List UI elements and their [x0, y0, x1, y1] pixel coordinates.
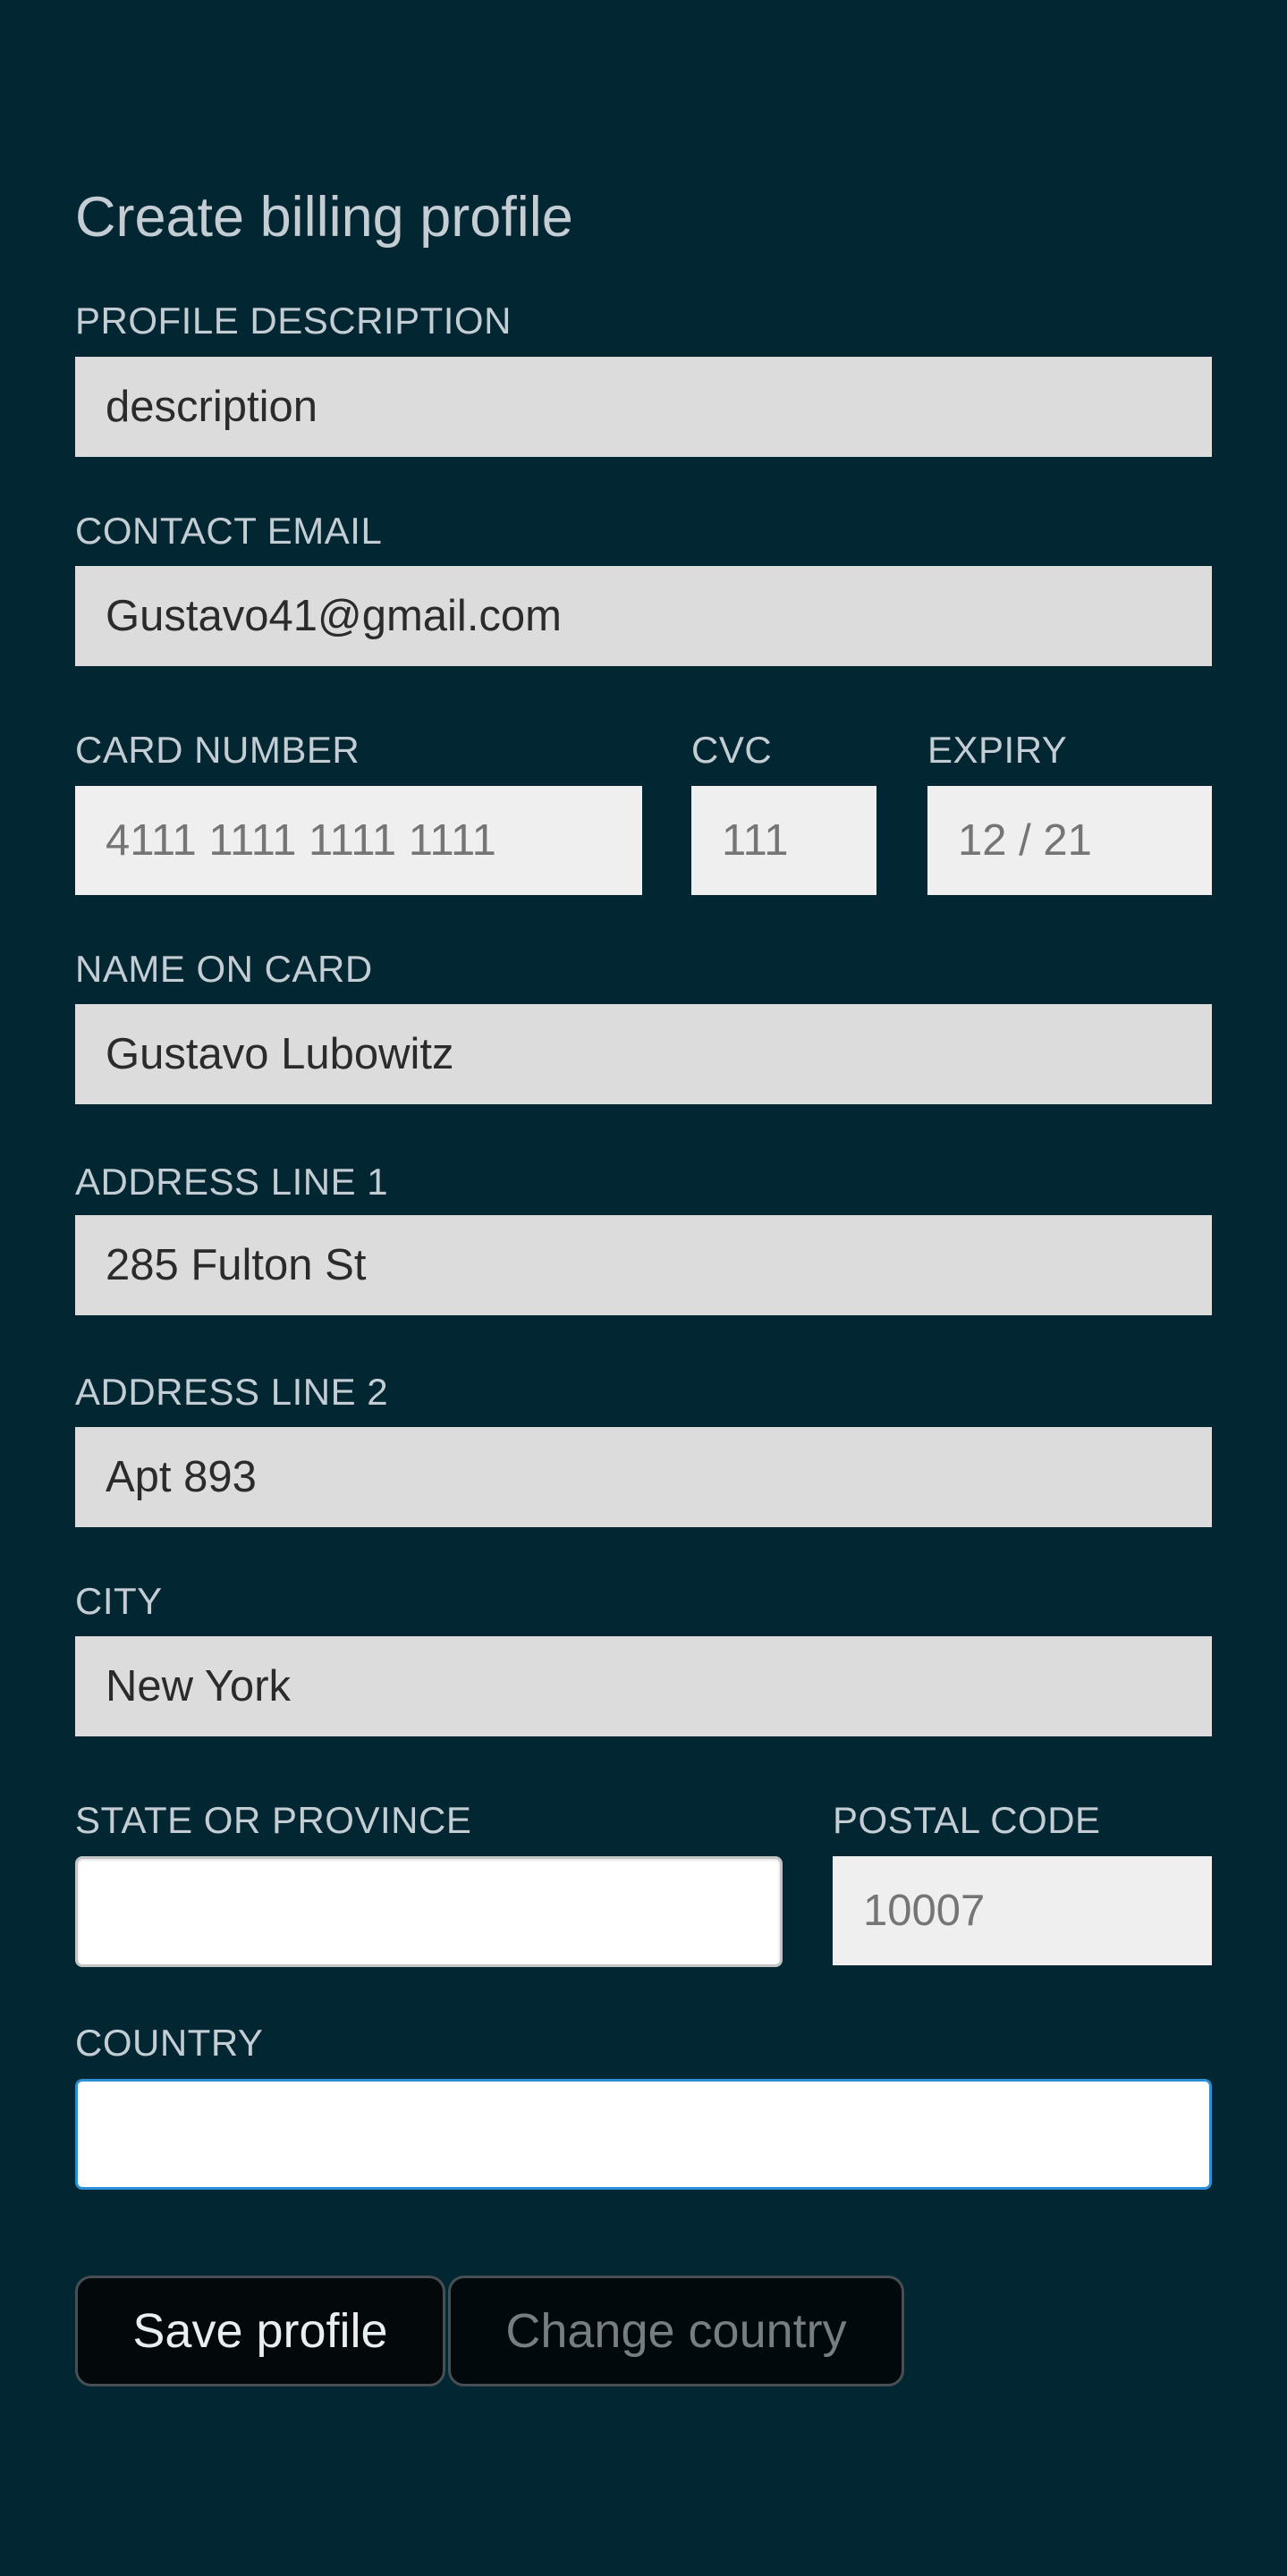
expiry-label: EXPIRY: [927, 729, 1068, 771]
cvc-field[interactable]: [691, 786, 876, 895]
state-or-province-field[interactable]: [75, 1856, 783, 1967]
address-line-2-field[interactable]: [75, 1427, 1212, 1527]
country-field[interactable]: [75, 2079, 1212, 2190]
page-title: Create billing profile: [75, 186, 573, 249]
address-line-2-label: ADDRESS LINE 2: [75, 1371, 389, 1413]
name-on-card-label: NAME ON CARD: [75, 948, 373, 990]
country-label: COUNTRY: [75, 2022, 264, 2064]
cvc-label: CVC: [691, 729, 773, 771]
card-number-label: CARD NUMBER: [75, 729, 360, 771]
name-on-card-field[interactable]: [75, 1004, 1212, 1104]
profile-description-label: PROFILE DESCRIPTION: [75, 300, 512, 342]
contact-email-label: CONTACT EMAIL: [75, 510, 383, 552]
change-country-button[interactable]: Change country: [448, 2276, 904, 2386]
card-number-field[interactable]: [75, 786, 642, 895]
city-field[interactable]: [75, 1636, 1212, 1736]
postal-code-label: POSTAL CODE: [833, 1799, 1101, 1841]
expiry-field[interactable]: [927, 786, 1212, 895]
address-line-1-field[interactable]: [75, 1215, 1212, 1315]
contact-email-field[interactable]: [75, 566, 1212, 666]
city-label: CITY: [75, 1580, 163, 1622]
profile-description-field[interactable]: [75, 357, 1212, 457]
save-profile-button[interactable]: Save profile: [75, 2276, 445, 2386]
address-line-1-label: ADDRESS LINE 1: [75, 1161, 389, 1203]
postal-code-field[interactable]: [833, 1856, 1212, 1965]
state-or-province-label: STATE OR PROVINCE: [75, 1799, 472, 1841]
